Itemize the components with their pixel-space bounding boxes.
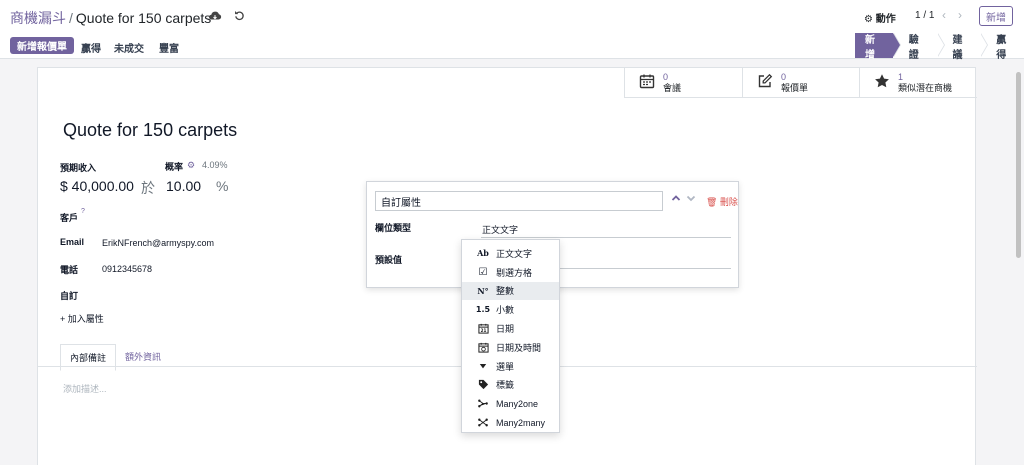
pager-next-icon[interactable]: › [958,8,962,22]
tag-icon [477,379,489,390]
option-date[interactable]: 21 日期 [462,319,559,338]
smart-button-meetings[interactable]: 0 會議 [624,68,742,98]
option-decimal[interactable]: 1.5 小數 [462,300,559,319]
stage-new[interactable]: 新增 [855,33,901,61]
default-value-label: 預設值 [375,255,403,265]
option-label: 日期 [496,324,515,335]
field-type-dropdown: Ab 正文文字 ☑ 剔選方格 N° 整數 1.5 小數 21 日期 日期及時間 … [461,239,560,433]
breadcrumb-current: Quote for 150 carpets [75,10,212,26]
option-text[interactable]: Ab 正文文字 [462,244,559,263]
cloud-save-icon[interactable] [208,9,222,23]
similar-leads-label: 類似潛在商機 [898,82,953,93]
notes-description-field[interactable]: 添加描述... [63,382,107,395]
breadcrumb-parent-link[interactable]: 商機漏斗 [10,10,66,26]
calendar-icon [639,73,655,92]
option-label: 剔選方格 [496,267,533,278]
option-many2one[interactable]: Many2one [462,394,559,413]
meetings-label: 會議 [663,82,682,93]
option-label: 選單 [496,361,515,372]
svg-text:21: 21 [480,328,486,333]
move-up-icon[interactable] [671,193,681,206]
option-label: 整數 [496,286,515,297]
phone-label: 電話 [60,265,79,275]
lost-button[interactable]: 未成交 [114,40,144,55]
option-label: 標籤 [496,380,515,391]
page-scrollbar[interactable] [1016,72,1021,258]
caret-down-icon [477,362,489,370]
stage-bar: 新增 驗證 建議 贏得 [855,33,1024,61]
decimal-icon: 1.5 [475,305,491,315]
option-label: Many2many [496,417,546,428]
delete-property-button[interactable]: 🗑 刪除 [706,195,738,208]
record-title[interactable]: Quote for 150 carpets [63,120,237,141]
date-icon: 21 [477,323,489,334]
move-down-icon[interactable] [686,193,696,206]
breadcrumb-separator: / [69,10,73,26]
option-label: 日期及時間 [496,342,542,353]
smart-button-similar-leads[interactable]: 1 類似潛在商機 [859,68,977,98]
pencil-square-icon [757,73,773,92]
option-tags[interactable]: 標籤 [462,376,559,395]
option-label: 小數 [496,305,515,316]
option-many2many[interactable]: Many2many [462,413,559,432]
breadcrumb: 商機漏斗 / Quote for 150 carpets [10,8,211,28]
custom-section-label: 自訂 [60,291,79,301]
discard-icon[interactable] [233,9,247,23]
similar-leads-count: 1 [898,71,904,82]
phone-field[interactable]: 0912345678 [102,264,152,274]
percent-sign: % [216,178,229,194]
checkbox-icon: ☑ [478,266,488,278]
at-label: 於 [141,180,155,196]
enrich-button[interactable]: 豐富 [159,40,179,55]
new-record-button[interactable]: 新增 [979,6,1013,26]
email-label: Email [60,237,85,247]
customer-label: 客戶 [60,213,79,223]
expected-revenue-label: 預期收入 [60,163,97,173]
won-button[interactable]: 贏得 [81,40,101,55]
star-icon [874,73,890,92]
field-type-label: 欄位類型 [375,223,412,233]
many2one-icon [477,398,489,409]
new-quotation-button[interactable]: 新增報價單 [10,37,74,54]
text-type-icon: Ab [477,248,489,259]
option-label: Many2one [496,398,539,409]
option-label: 正文文字 [496,248,533,259]
many2many-icon [477,417,489,428]
quotations-count: 0 [781,71,787,82]
property-name-input[interactable] [375,191,663,211]
gear-icon[interactable]: ⚙ [187,160,195,171]
probability-auto-value: 4.09% [202,160,228,170]
field-type-select[interactable]: 正文文字 [481,223,731,238]
datetime-icon [477,342,489,353]
add-property-button[interactable]: + 加入屬性 [60,312,104,325]
customer-help-tooltip[interactable]: ? [81,208,85,215]
expected-revenue-field[interactable]: $ 40,000.00 [60,178,134,194]
meetings-count: 0 [663,71,669,82]
pager-prev-icon[interactable]: ‹ [942,8,946,22]
probability-field[interactable]: 10.00 [166,178,201,194]
probability-label: 概率 [165,162,184,172]
integer-icon: N° [477,285,489,296]
quotations-label: 報價單 [781,82,809,93]
action-menu-button[interactable]: ⚙ 動作 [864,10,896,25]
option-integer[interactable]: N° 整數 [462,281,559,301]
option-datetime[interactable]: 日期及時間 [462,338,559,357]
top-bar: 商機漏斗 / Quote for 150 carpets ⚙ 動作 1 / 1 ‹ … [0,0,1024,33]
email-field[interactable]: ErikNFrench@armyspy.com [102,238,214,248]
option-checkbox[interactable]: ☑ 剔選方格 [462,263,559,282]
control-panel: 新增報價單 贏得 未成交 豐富 新增 驗證 建議 贏得 [0,33,1024,61]
option-selection[interactable]: 選單 [462,357,559,376]
pager-value[interactable]: 1 / 1 [915,10,934,21]
smart-button-quotations[interactable]: 0 報價單 [742,68,859,98]
